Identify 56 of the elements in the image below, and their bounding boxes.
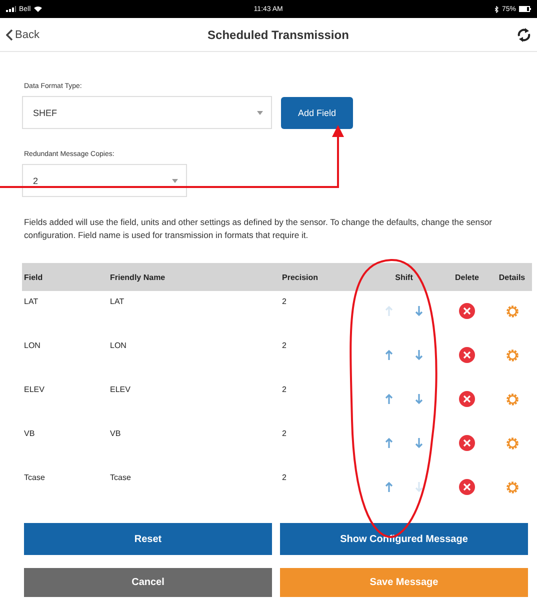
table-cell-text: VB: [23, 428, 36, 440]
gear-icon[interactable]: [504, 436, 520, 450]
delete-icon[interactable]: [459, 391, 475, 407]
down-arrow-icon[interactable]: [415, 437, 423, 449]
table-cell-text: 2: [281, 472, 288, 484]
back-button[interactable]: Back: [6, 28, 40, 40]
up-arrow-icon[interactable]: [385, 481, 393, 493]
down-arrow-icon[interactable]: [415, 349, 423, 361]
table-cell-text: Tcase: [23, 472, 46, 484]
table-cell-text: ELEV: [109, 384, 132, 396]
table-cell-text: 2: [281, 384, 288, 396]
table-cell-text: LAT: [23, 296, 40, 308]
table-cell-text: Tcase: [109, 472, 132, 484]
down-arrow-icon[interactable]: [415, 393, 423, 405]
delete-icon[interactable]: [459, 435, 475, 451]
column-header: Friendly Name: [108, 263, 280, 291]
column-header: Field: [22, 263, 108, 291]
column-header: Shift: [366, 263, 442, 291]
battery-icon: [518, 6, 531, 12]
copies-dropdown[interactable]: 2: [22, 164, 187, 197]
action-button[interactable]: Show Configured Message: [280, 523, 528, 555]
column-header: Precision: [280, 263, 366, 291]
wifi-icon: [34, 6, 42, 12]
up-arrow-icon[interactable]: [385, 393, 393, 405]
delete-icon[interactable]: [459, 347, 475, 363]
column-header: Delete: [442, 263, 492, 291]
table-cell-text: LON: [23, 340, 42, 352]
table-cell-text: 2: [281, 428, 288, 440]
chevron-left-icon[interactable]: [6, 28, 13, 40]
cancel-button[interactable]: Cancel: [24, 568, 272, 597]
table-cell-text: LAT: [109, 296, 126, 308]
page-title: Scheduled Transmission: [208, 28, 349, 42]
delete-icon[interactable]: [459, 479, 475, 495]
info-paragraph: Fields added will use the field, units and other settings as defined by the sensor. To change the defaults, change the sensor configuration. Field name is used for transmission in formats that require it.: [24, 216, 494, 242]
table-cell-text: LON: [109, 340, 128, 352]
table-cell-text: ELEV: [23, 384, 46, 396]
signal-icon: [6, 6, 16, 12]
table-cell-text: VB: [109, 428, 122, 440]
table-cell-text: 2: [281, 296, 288, 308]
table-cell-text: 2: [281, 340, 288, 352]
action-button[interactable]: Reset: [24, 523, 272, 555]
refresh-icon[interactable]: [517, 26, 531, 42]
gear-icon[interactable]: [504, 348, 520, 362]
caret-icon: [257, 110, 263, 114]
delete-icon[interactable]: [459, 303, 475, 319]
format-dropdown[interactable]: SHEF: [22, 96, 272, 129]
up-arrow-icon[interactable]: [385, 349, 393, 361]
caret-icon: [172, 178, 178, 182]
gear-icon[interactable]: [504, 392, 520, 406]
down-arrow-icon[interactable]: [415, 305, 423, 317]
add-field-button[interactable]: Add Field: [281, 96, 353, 128]
gear-icon[interactable]: [504, 480, 520, 494]
column-header: Details: [492, 263, 532, 291]
up-arrow-icon[interactable]: [385, 437, 393, 449]
bluetooth-icon: [494, 6, 499, 12]
gear-icon[interactable]: [504, 304, 520, 318]
